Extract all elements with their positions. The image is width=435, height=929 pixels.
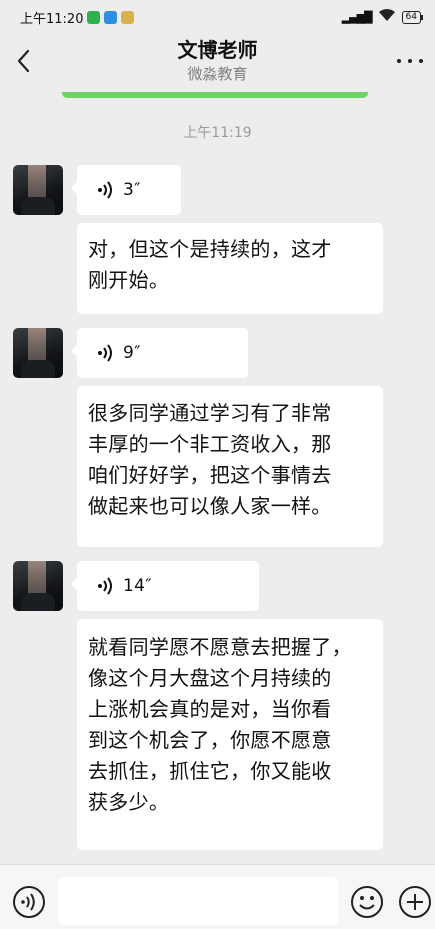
emoji-icon[interactable]: [350, 885, 384, 919]
avatar[interactable]: [13, 561, 63, 611]
text-message[interactable]: 就看同学愿不愿意去把握了， 像这个月大盘这个月持续的 上涨机会真的是对，当你看 …: [77, 619, 383, 850]
message-line: 丰厚的一个非工资收入，那: [88, 432, 332, 456]
message-line: 去抓住，抓住它，你又能收: [88, 759, 332, 783]
message-line: 上涨机会真的是对，当你看: [88, 697, 332, 721]
voice-duration: 9″: [123, 342, 141, 363]
input-bar: [0, 864, 435, 929]
voice-wave-icon: [98, 577, 112, 595]
cloud-app-icon: [104, 10, 118, 24]
voice-duration: 3″: [123, 179, 141, 200]
voice-message[interactable]: 9″: [71, 328, 248, 378]
text-message[interactable]: 很多同学通过学习有了非常 丰厚的一个非工资收入，那 咱们好好学，把这个事情去 做…: [77, 386, 383, 547]
status-left: 上午11:20: [20, 8, 135, 27]
title-block: 文博老师 微淼教育: [0, 36, 435, 84]
more-options-icon[interactable]: [397, 52, 423, 70]
voice-message[interactable]: 3″: [71, 165, 181, 215]
message-timestamp: 上午11:19: [183, 125, 252, 141]
message-line: 就看同学愿不愿意去把握了，: [88, 635, 352, 659]
text-message[interactable]: 对，但这个是持续的，这才 刚开始。: [77, 223, 383, 314]
voice-wave-icon: [98, 344, 112, 362]
battery-icon: 64: [401, 10, 424, 24]
avatar[interactable]: [13, 328, 63, 378]
phone-app-icon: [87, 10, 101, 24]
voice-message-content: 3″: [77, 165, 181, 215]
signal-icon: ▂▄▆█: [341, 10, 373, 24]
status-right: ▂▄▆█ 64: [341, 8, 424, 26]
message-input[interactable]: [58, 877, 338, 925]
chat-header: 文博老师 微淼教育: [0, 34, 435, 92]
message-line: 咱们好好学，把这个事情去: [88, 463, 332, 487]
message-line: 做起来也可以像人家一样。: [88, 494, 332, 518]
status-bar: 上午11:20 ▂▄▆█ 64: [0, 0, 435, 34]
message-line: 对，但这个是持续的，这才: [88, 237, 332, 261]
voice-wave-icon: [98, 181, 112, 199]
message-line: 到这个机会了，你愿不愿意: [88, 728, 332, 752]
wifi-icon: [378, 8, 396, 26]
chat-title: 文博老师: [177, 38, 258, 62]
plus-icon[interactable]: [398, 885, 432, 919]
voice-message-content: 9″: [77, 328, 248, 378]
message-line: 像这个月大盘这个月持续的: [88, 666, 332, 690]
voice-message-content: 14″: [77, 561, 259, 611]
voice-message[interactable]: 14″: [71, 561, 259, 611]
avatar[interactable]: [13, 165, 63, 215]
pinned-banner[interactable]: [62, 92, 368, 98]
voice-input-button[interactable]: [12, 885, 46, 919]
message-line: 很多同学通过学习有了非常: [88, 401, 332, 425]
app-notification-icon: [121, 10, 135, 24]
message-line: 刚开始。: [88, 268, 170, 292]
status-time: 上午11:20: [20, 11, 84, 27]
voice-duration: 14″: [123, 575, 152, 596]
chat-subtitle: 微淼教育: [187, 65, 248, 83]
message-line: 获多少。: [88, 790, 170, 814]
